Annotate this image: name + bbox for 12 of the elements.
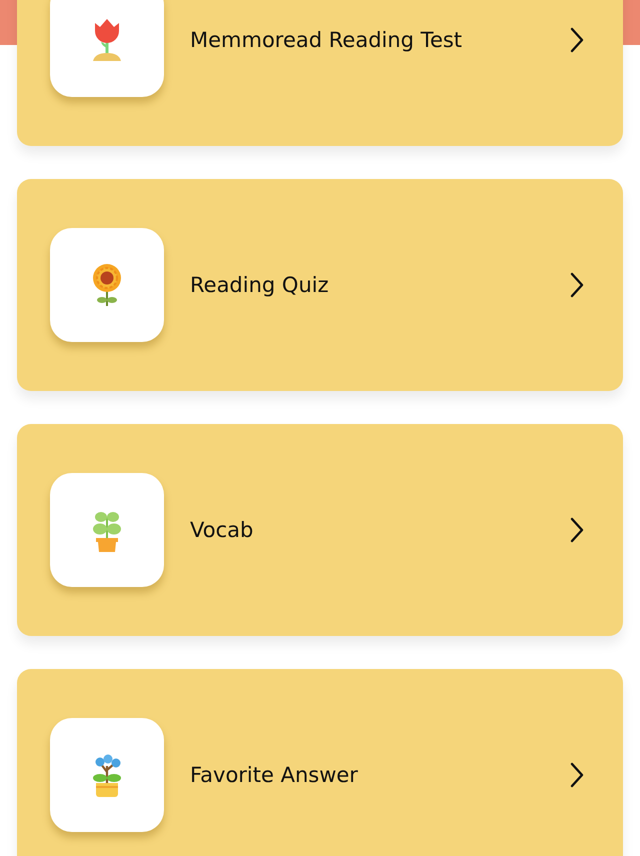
menu-label: Vocab: [190, 518, 254, 542]
menu-card[interactable]: Favorite Answer: [17, 669, 623, 856]
menu-label: Memmoread Reading Test: [190, 28, 464, 52]
chevron-right-icon: [569, 517, 585, 543]
menu-card[interactable]: Memmoread Reading Test: [17, 0, 623, 146]
menu-label: Favorite Answer: [190, 763, 359, 787]
menu-card[interactable]: Vocab: [17, 424, 623, 636]
chevron-right-icon: [569, 27, 585, 53]
chevron-right-icon: [569, 762, 585, 788]
menu-label: Reading Quiz: [190, 273, 330, 297]
chevron-right-icon: [569, 272, 585, 298]
menu-card[interactable]: Reading Quiz: [17, 179, 623, 391]
